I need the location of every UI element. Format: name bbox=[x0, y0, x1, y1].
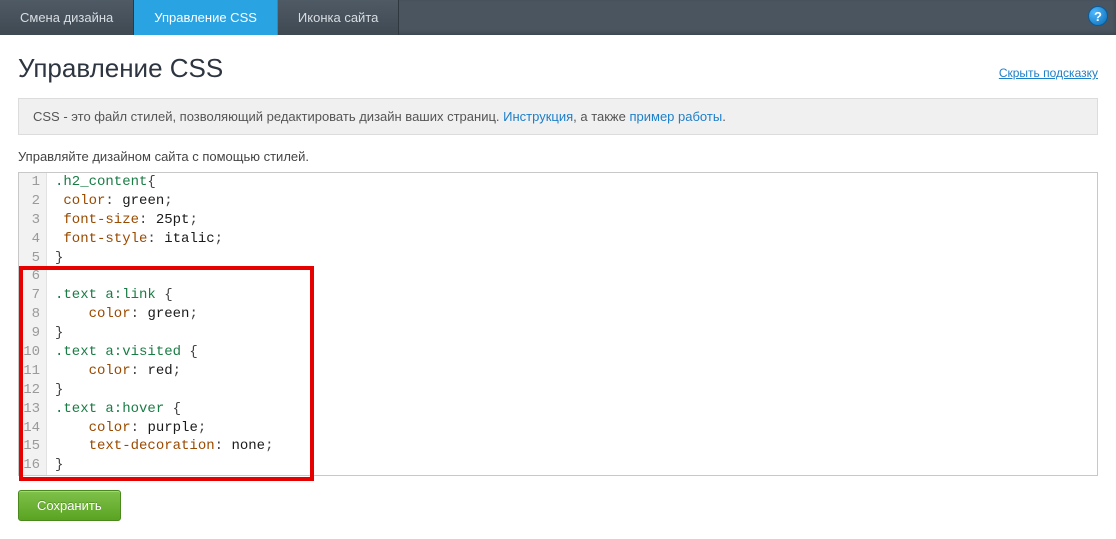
code-content: .h2_content{ bbox=[47, 173, 156, 192]
code-content: color: green; bbox=[47, 192, 173, 211]
code-content: .text a:link { bbox=[47, 286, 173, 305]
code-content: font-style: italic; bbox=[47, 230, 223, 249]
code-content: .text a:visited { bbox=[47, 343, 198, 362]
title-bar: Управление CSS Скрыть подсказку bbox=[18, 53, 1098, 84]
line-number: 5 bbox=[19, 249, 47, 268]
line-number: 16 bbox=[19, 456, 47, 475]
code-content: } bbox=[47, 381, 63, 400]
code-line: 16} bbox=[19, 456, 1097, 475]
tab-design-change[interactable]: Смена дизайна bbox=[0, 0, 134, 35]
code-content: color: red; bbox=[47, 362, 181, 381]
code-line: 9} bbox=[19, 324, 1097, 343]
code-line: 1.h2_content{ bbox=[19, 173, 1097, 192]
line-number: 11 bbox=[19, 362, 47, 381]
tab-label: Смена дизайна bbox=[20, 10, 113, 25]
help-icon[interactable]: ? bbox=[1088, 6, 1108, 26]
line-number: 6 bbox=[19, 267, 47, 286]
code-editor-container: 1.h2_content{2 color: green;3 font-size:… bbox=[18, 172, 1098, 476]
code-content: } bbox=[47, 456, 63, 475]
line-number: 4 bbox=[19, 230, 47, 249]
info-box: CSS - это файл стилей, позволяющий редак… bbox=[18, 98, 1098, 135]
line-number: 1 bbox=[19, 173, 47, 192]
line-number: 7 bbox=[19, 286, 47, 305]
line-number: 3 bbox=[19, 211, 47, 230]
info-text-mid: , а также bbox=[573, 109, 629, 124]
code-content: color: green; bbox=[47, 305, 198, 324]
page-title: Управление CSS bbox=[18, 53, 223, 84]
code-editor[interactable]: 1.h2_content{2 color: green;3 font-size:… bbox=[19, 173, 1097, 475]
code-line: 4 font-style: italic; bbox=[19, 230, 1097, 249]
code-line: 13.text a:hover { bbox=[19, 400, 1097, 419]
code-line: 12} bbox=[19, 381, 1097, 400]
code-line: 2 color: green; bbox=[19, 192, 1097, 211]
app-window: Смена дизайна Управление CSS Иконка сайт… bbox=[0, 0, 1116, 539]
line-number: 2 bbox=[19, 192, 47, 211]
code-line: 14 color: purple; bbox=[19, 419, 1097, 438]
code-line: 5} bbox=[19, 249, 1097, 268]
line-number: 13 bbox=[19, 400, 47, 419]
line-number: 9 bbox=[19, 324, 47, 343]
info-text-suffix: . bbox=[722, 109, 726, 124]
line-number: 12 bbox=[19, 381, 47, 400]
code-content: .text a:hover { bbox=[47, 400, 181, 419]
instruction-link[interactable]: Инструкция bbox=[503, 109, 573, 124]
tab-site-icon[interactable]: Иконка сайта bbox=[278, 0, 399, 35]
code-content: text-decoration: none; bbox=[47, 437, 273, 456]
code-content: } bbox=[47, 324, 63, 343]
content-area: Управление CSS Скрыть подсказку CSS - эт… bbox=[0, 35, 1116, 539]
tab-label: Управление CSS bbox=[154, 10, 257, 25]
hide-hint-link[interactable]: Скрыть подсказку bbox=[999, 66, 1098, 80]
code-line: 10.text a:visited { bbox=[19, 343, 1097, 362]
line-number: 14 bbox=[19, 419, 47, 438]
code-content: } bbox=[47, 249, 63, 268]
sub-instruction: Управляйте дизайном сайта с помощью стил… bbox=[18, 149, 1098, 164]
code-line: 6 bbox=[19, 267, 1097, 286]
line-number: 10 bbox=[19, 343, 47, 362]
code-content: color: purple; bbox=[47, 419, 206, 438]
tab-css-manage[interactable]: Управление CSS bbox=[134, 0, 278, 35]
line-number: 15 bbox=[19, 437, 47, 456]
code-line: 8 color: green; bbox=[19, 305, 1097, 324]
code-content: font-size: 25pt; bbox=[47, 211, 198, 230]
code-line: 15 text-decoration: none; bbox=[19, 437, 1097, 456]
example-link[interactable]: пример работы bbox=[629, 109, 722, 124]
tab-bar: Смена дизайна Управление CSS Иконка сайт… bbox=[0, 0, 1116, 35]
info-text-prefix: CSS - это файл стилей, позволяющий редак… bbox=[33, 109, 503, 124]
code-line: 3 font-size: 25pt; bbox=[19, 211, 1097, 230]
save-button[interactable]: Сохранить bbox=[18, 490, 121, 521]
tab-label: Иконка сайта bbox=[298, 10, 378, 25]
code-content bbox=[47, 267, 63, 286]
code-line: 7.text a:link { bbox=[19, 286, 1097, 305]
line-number: 8 bbox=[19, 305, 47, 324]
code-line: 11 color: red; bbox=[19, 362, 1097, 381]
